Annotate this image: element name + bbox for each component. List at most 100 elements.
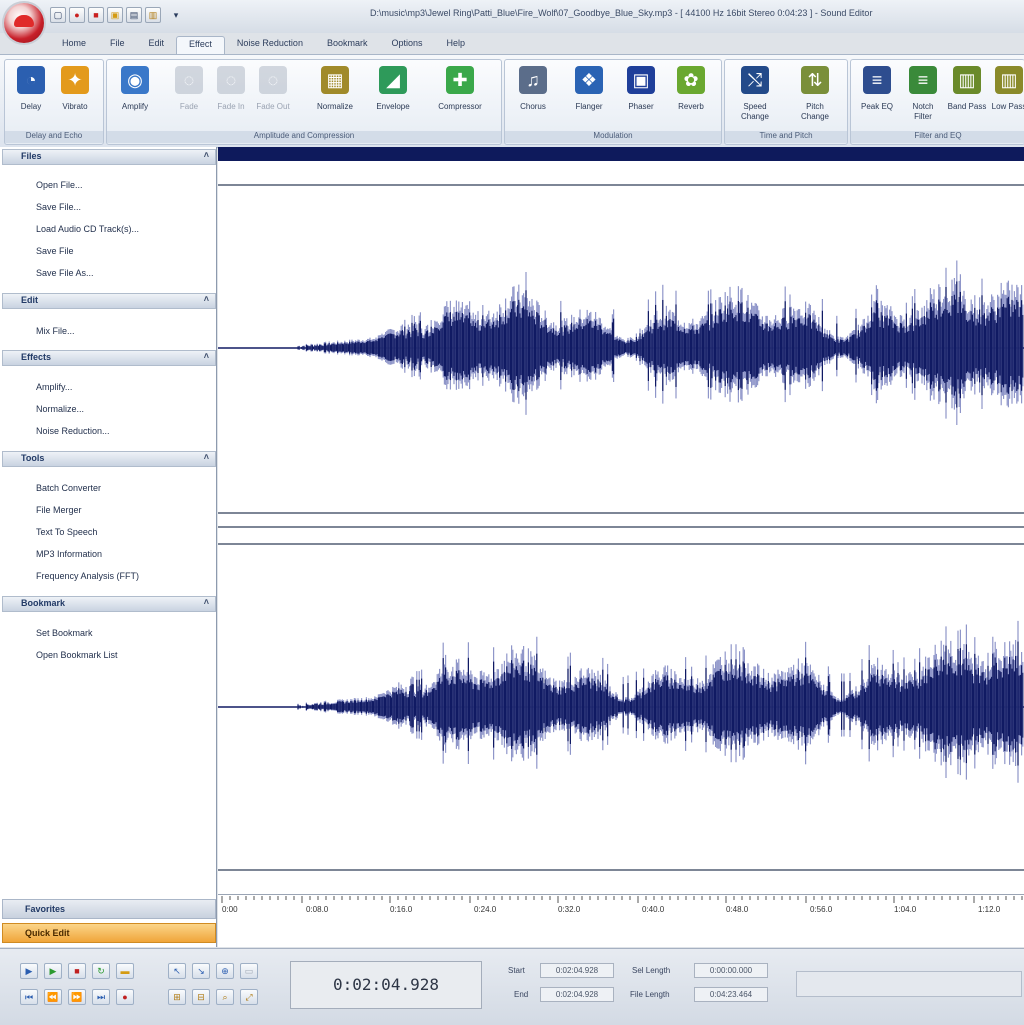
flanger-button[interactable]: ❖ Flanger bbox=[569, 66, 609, 126]
end-field[interactable]: 0:02:04.928 bbox=[540, 987, 614, 1002]
sidebar-item-load-cd[interactable]: Load Audio CD Track(s)... bbox=[36, 224, 139, 234]
ribbon: ◔ Delay ✦ Vibrato Delay and Echo ◉ Ampli… bbox=[0, 54, 1024, 148]
fade-in-button[interactable]: ◌ Fade In bbox=[211, 66, 251, 126]
tab-noise-reduction[interactable]: Noise Reduction bbox=[225, 36, 315, 54]
normalize-button[interactable]: ▦ Normalize bbox=[313, 66, 357, 126]
tick-label: 0:40.0 bbox=[642, 905, 665, 914]
speed-change-button[interactable]: ⤭ Speed Change bbox=[733, 66, 777, 126]
fade-out-button[interactable]: ◌ Fade Out bbox=[253, 66, 293, 126]
sidebar-item-frequency-analysis[interactable]: Frequency Analysis (FFT) bbox=[36, 571, 139, 581]
vibrato-button[interactable]: ✦ Vibrato bbox=[55, 66, 95, 126]
normalize-icon: ▦ bbox=[321, 66, 349, 94]
overview-bar[interactable] bbox=[218, 147, 1024, 161]
collapse-icon[interactable]: ˄ bbox=[204, 452, 209, 462]
notch-filter-label: Notch Filter bbox=[912, 102, 934, 121]
fit-icon[interactable]: ⤢ bbox=[240, 989, 258, 1005]
app-menu-button[interactable] bbox=[4, 3, 44, 43]
sidebar-item-text-to-speech[interactable]: Text To Speech bbox=[36, 527, 97, 537]
sidebar-item-mp3-information[interactable]: MP3 Information bbox=[36, 549, 102, 559]
reverb-button[interactable]: ✿ Reverb bbox=[671, 66, 711, 126]
undo-icon[interactable]: ▥ bbox=[145, 7, 161, 23]
favorites-tab[interactable]: Favorites bbox=[2, 899, 216, 919]
record-icon[interactable]: ● bbox=[69, 7, 85, 23]
save-icon[interactable]: ▤ bbox=[126, 7, 142, 23]
section-tools[interactable]: Tools ˄ bbox=[2, 451, 216, 467]
tab-file[interactable]: File bbox=[98, 36, 137, 54]
sidebar-item-amplify[interactable]: Amplify... bbox=[36, 382, 72, 392]
sidebar-item-file-merger[interactable]: File Merger bbox=[36, 505, 82, 515]
forward-icon[interactable]: ⏩ bbox=[68, 989, 86, 1005]
collapse-icon[interactable]: ˄ bbox=[204, 597, 209, 607]
compressor-button[interactable]: ✚ Compressor bbox=[433, 66, 487, 126]
fade-button[interactable]: ◌ Fade bbox=[169, 66, 209, 126]
zoom-out-vertical-icon[interactable]: ⊟ bbox=[192, 989, 210, 1005]
open-icon[interactable]: ▬ bbox=[116, 963, 134, 979]
collapse-icon[interactable]: ˄ bbox=[204, 150, 209, 160]
tab-effect[interactable]: Effect bbox=[176, 36, 225, 55]
waveform-canvas[interactable] bbox=[218, 161, 1024, 908]
phaser-button[interactable]: ▣ Phaser bbox=[621, 66, 661, 126]
section-bookmark[interactable]: Bookmark ˄ bbox=[2, 596, 216, 612]
zoom-in-horizontal-icon[interactable]: ↖ bbox=[168, 963, 186, 979]
customize-toolbar-icon[interactable]: ▾ bbox=[164, 8, 188, 22]
envelope-button[interactable]: ◢ Envelope bbox=[369, 66, 417, 126]
timeline-ticks: 0:00 0:08.0 0:16.0 0:24.0 0:32.0 0:40.0 0:48.0… bbox=[221, 896, 1023, 914]
band-pass-button[interactable]: ▥ Band Pass bbox=[947, 66, 987, 126]
rewind-icon[interactable]: ⏪ bbox=[44, 989, 62, 1005]
zoom-selection-icon[interactable]: ⊕ bbox=[216, 963, 234, 979]
zoom-full-icon[interactable]: ▭ bbox=[240, 963, 258, 979]
section-effects[interactable]: Effects ˄ bbox=[2, 350, 216, 366]
stop-icon[interactable]: ■ bbox=[88, 7, 104, 23]
tab-bookmark[interactable]: Bookmark bbox=[315, 36, 380, 54]
sidebar-item-open-file[interactable]: Open File... bbox=[36, 180, 83, 190]
open-folder-icon[interactable]: ▣ bbox=[107, 7, 123, 23]
collapse-icon[interactable]: ˄ bbox=[204, 294, 209, 304]
section-files[interactable]: Files ˄ bbox=[2, 149, 216, 165]
group-caption: Time and Pitch bbox=[725, 131, 847, 143]
sidebar-item-save-as[interactable]: Save File As... bbox=[36, 268, 94, 278]
sidebar-item-save-file[interactable]: Save File... bbox=[36, 202, 81, 212]
go-start-icon[interactable]: ⏮ bbox=[20, 989, 38, 1005]
stop-icon[interactable]: ■ bbox=[68, 963, 86, 979]
pitch-change-button[interactable]: ⇅ Pitch Change bbox=[793, 66, 837, 126]
sidebar-item-save[interactable]: Save File bbox=[36, 246, 74, 256]
section-edit[interactable]: Edit ˄ bbox=[2, 293, 216, 309]
sidebar-item-noise-reduction[interactable]: Noise Reduction... bbox=[36, 426, 110, 436]
delay-button[interactable]: ◔ Delay bbox=[11, 66, 51, 126]
timeline-ruler[interactable]: 0:00 0:08.0 0:16.0 0:24.0 0:32.0 0:40.0 0:48.0… bbox=[218, 894, 1024, 921]
sidebar-item-open-bookmark-list[interactable]: Open Bookmark List bbox=[36, 650, 118, 660]
fade-in-label: Fade In bbox=[217, 102, 245, 111]
pitch-change-label: Pitch Change bbox=[800, 102, 830, 121]
record-icon[interactable]: ● bbox=[116, 989, 134, 1005]
notch-filter-button[interactable]: ≡ Notch Filter bbox=[903, 66, 943, 126]
group-caption: Delay and Echo bbox=[5, 131, 103, 143]
play-selection-icon[interactable]: ▶ bbox=[44, 963, 62, 979]
sidebar-item-mix-file[interactable]: Mix File... bbox=[36, 326, 75, 336]
app-logo-icon bbox=[14, 15, 34, 27]
chorus-button[interactable]: ♫ Chorus bbox=[513, 66, 553, 126]
collapse-icon[interactable]: ˄ bbox=[204, 351, 209, 361]
play-icon[interactable]: ▶ bbox=[20, 963, 38, 979]
end-label: End bbox=[514, 990, 529, 999]
amplify-button[interactable]: ◉ Amplify bbox=[115, 66, 155, 126]
tab-options[interactable]: Options bbox=[379, 36, 434, 54]
low-pass-button[interactable]: ▥ Low Pass bbox=[989, 66, 1024, 126]
tab-edit[interactable]: Edit bbox=[137, 36, 177, 54]
peak-eq-button[interactable]: ≡ Peak EQ bbox=[857, 66, 897, 126]
time-display: 0:02:04.928 bbox=[290, 961, 482, 1009]
sidebar-item-normalize[interactable]: Normalize... bbox=[36, 404, 84, 414]
new-file-icon[interactable]: ▢ bbox=[50, 7, 66, 23]
sidebar-item-batch-converter[interactable]: Batch Converter bbox=[36, 483, 101, 493]
tab-home[interactable]: Home bbox=[50, 36, 98, 54]
compressor-label: Compressor bbox=[438, 102, 482, 111]
quick-edit-tab[interactable]: Quick Edit bbox=[2, 923, 216, 943]
start-field[interactable]: 0:02:04.928 bbox=[540, 963, 614, 978]
loop-icon[interactable]: ↻ bbox=[92, 963, 110, 979]
search-icon[interactable]: ⌕ bbox=[216, 989, 234, 1005]
zoom-in-vertical-icon[interactable]: ⊞ bbox=[168, 989, 186, 1005]
waveform-editor[interactable] bbox=[218, 147, 1024, 947]
tab-help[interactable]: Help bbox=[435, 36, 478, 54]
go-end-icon[interactable]: ⏭ bbox=[92, 989, 110, 1005]
sidebar-item-set-bookmark[interactable]: Set Bookmark bbox=[36, 628, 93, 638]
zoom-out-horizontal-icon[interactable]: ↘ bbox=[192, 963, 210, 979]
